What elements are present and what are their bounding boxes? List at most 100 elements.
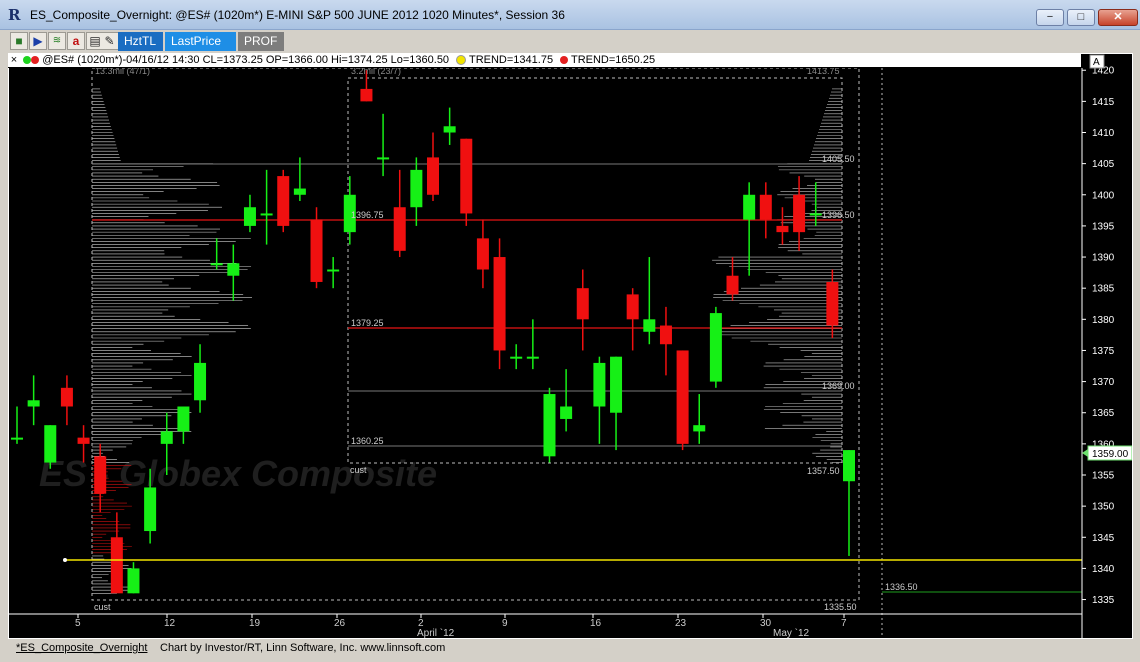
profile-label-cust-mid: cust: [350, 465, 367, 475]
tab-hztl[interactable]: HztTL: [118, 32, 163, 51]
properties-icon[interactable]: ✎: [101, 32, 119, 50]
candle-body: [726, 275, 739, 295]
candle-body: [11, 437, 23, 440]
candle-body: [560, 406, 573, 419]
blue-volume-profile: [1007, 64, 1082, 607]
price-tick-label: 1355: [1092, 471, 1115, 482]
legend-green-dot-icon: [23, 56, 32, 65]
date-tick-label: 5: [75, 618, 81, 629]
layout-name-link[interactable]: *ES_Composite_Overnight: [16, 640, 147, 656]
date-tick-label: 9: [502, 618, 508, 629]
candle-body: [576, 288, 589, 320]
price-tick-label: 1395: [1092, 221, 1115, 232]
candle-body: [360, 88, 373, 102]
minimize-button[interactable]: −: [1036, 9, 1064, 26]
candle-body: [493, 257, 506, 351]
candle-body: [327, 269, 340, 272]
profile-label-1379: 1379.25: [351, 318, 384, 328]
profile-label-1369: 1369.00: [822, 381, 855, 391]
candle-body: [393, 207, 406, 251]
title-bar[interactable]: R ES_Composite_Overnight: @ES# (1020m*) …: [0, 0, 1140, 30]
candle-body: [759, 194, 772, 220]
candle-body: [194, 362, 207, 401]
price-tick-label: 1370: [1092, 377, 1115, 388]
date-tick-label: 16: [590, 618, 602, 629]
app-logo-icon: R: [8, 6, 21, 24]
date-tick-label: 19: [249, 618, 261, 629]
candle-body: [443, 126, 456, 133]
candle-body: [709, 313, 722, 382]
play-icon[interactable]: ▶: [29, 32, 47, 50]
tab-prof[interactable]: PROF: [238, 32, 284, 51]
candle-body: [243, 207, 256, 226]
candle-body: [809, 213, 822, 216]
profile-label-1405: 1405.50: [822, 154, 855, 164]
date-tick-label: 23: [675, 618, 687, 629]
price-tick-label: 1405: [1092, 159, 1115, 170]
price-tick-label: 1375: [1092, 346, 1115, 357]
legend-close-icon[interactable]: ×: [8, 53, 20, 67]
chart-line-icon[interactable]: ≋: [48, 32, 66, 50]
profile-label-1335: 1335.50: [824, 602, 857, 612]
candle-body: [543, 394, 556, 457]
candle-body: [27, 400, 40, 407]
candle-body: [826, 281, 839, 326]
candle-body: [776, 225, 789, 233]
candle-body: [44, 425, 57, 463]
candle-body: [177, 406, 190, 432]
candle-body: [476, 238, 489, 270]
price-tick-label: 1390: [1092, 253, 1115, 264]
candle-body: [310, 219, 323, 282]
profile-label-1396: 1396.75: [351, 210, 384, 220]
close-button[interactable]: ✕: [1098, 9, 1138, 26]
candle-body: [110, 537, 123, 594]
candle-body: [94, 456, 107, 494]
candle-body: [127, 568, 140, 594]
profile-label-1360: 1360.25: [351, 436, 384, 446]
price-tick-label: 1340: [1092, 564, 1115, 575]
price-tick-label: 1385: [1092, 284, 1115, 295]
tab-lastprice[interactable]: LastPrice: [165, 32, 236, 51]
date-ticks: 5 12 19 26 2 9 16 23 30 7: [75, 614, 847, 629]
legend-trend2-dot-icon: [560, 56, 569, 65]
toolbar: ■ ▶ ≋ a ▤ ✎ HztTL LastPrice PROF: [0, 30, 1140, 53]
scale-button-label: A: [1093, 57, 1100, 68]
candle-body: [227, 263, 240, 276]
candle-body: [60, 387, 73, 407]
trend-line-handle[interactable]: [63, 558, 67, 562]
legend-symbol-text: @ES# (1020m*)-04/16/12 14:30 CL=1373.25 …: [42, 54, 450, 66]
price-tick-label: 1365: [1092, 408, 1115, 419]
trash-icon[interactable]: ■: [10, 32, 28, 50]
price-tick-label: 1345: [1092, 533, 1115, 544]
candle-body: [410, 169, 423, 208]
price-tick-label: 1400: [1092, 190, 1115, 201]
date-tick-label: 12: [164, 618, 176, 629]
candle-body: [210, 263, 223, 266]
legend-red-dot-icon: [31, 56, 40, 65]
legend-trend1-dot-icon: [456, 55, 467, 66]
price-chart[interactable]: ES - Globex Composite 13.3mil (47/1) 3.2…: [9, 54, 1132, 638]
date-tick-label: 26: [334, 618, 346, 629]
candle-body: [676, 350, 689, 444]
price-tick-label: 1335: [1092, 595, 1115, 606]
candle-body: [593, 362, 606, 407]
month-label-may: May `12: [773, 627, 810, 638]
font-a-icon[interactable]: a: [67, 32, 85, 50]
date-tick-label: 7: [841, 618, 847, 629]
candle-body: [427, 157, 439, 195]
chart-area[interactable]: ES - Globex Composite 13.3mil (47/1) 3.2…: [8, 53, 1133, 639]
candle-body: [843, 450, 855, 482]
candle-body: [77, 437, 90, 444]
candle-body: [743, 194, 756, 220]
price-tick-label: 1380: [1092, 315, 1115, 326]
status-bar: *ES_Composite_Overnight Chart by Investo…: [8, 639, 1133, 658]
price-tick-label: 1415: [1092, 97, 1115, 108]
price-tick-label: 1350: [1092, 502, 1115, 513]
profile-label-1396r: 1396.50: [822, 210, 855, 220]
candle-body: [260, 213, 273, 216]
date-tick-label: 30: [760, 618, 772, 629]
candle-body: [377, 157, 390, 160]
profile-label-1357: 1357.50: [807, 466, 840, 476]
candle-body: [610, 356, 623, 413]
maximize-button[interactable]: □: [1067, 9, 1095, 26]
